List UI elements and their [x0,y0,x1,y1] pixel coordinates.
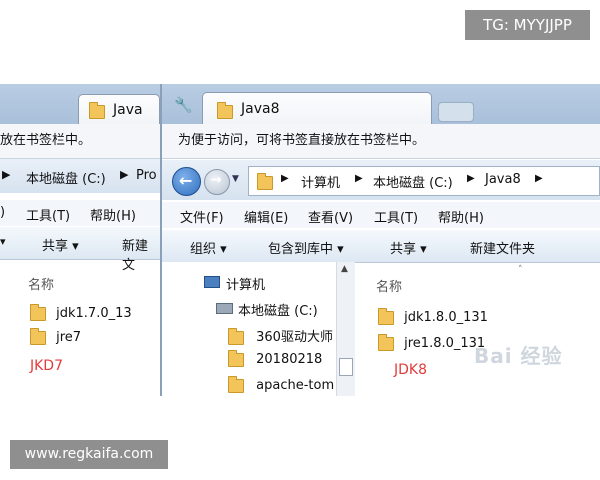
chevron-right-icon: ▶ [120,168,129,181]
left-address-drive[interactable]: 本地磁盘 (C:) [26,168,106,187]
menu-help[interactable]: 帮助(H) [438,207,484,226]
right-tab-bar: 🔧 Java8 [162,84,600,125]
left-menu-prefix: ) [0,205,6,220]
tree-label: apache-tom [256,378,335,393]
dropdown-arrow-icon: ▾ [0,235,6,248]
tree-item[interactable]: 360驱动大师 [228,326,333,345]
chevron-right-icon: ▶ [281,173,289,184]
list-item[interactable]: jre1.8.0_131 [378,333,485,351]
cmd-share[interactable]: 共享 ▾ [390,238,427,257]
folder-icon [228,375,244,393]
right-tab-title: Java8 [241,101,280,117]
breadcrumb-folder[interactable]: Java8 [485,172,521,187]
chevron-right-icon: ▶ [535,173,543,184]
menu-view[interactable]: 查看(V) [308,207,353,226]
breadcrumb-drive[interactable]: 本地磁盘 (C:) [373,172,453,191]
right-annotation: JDK8 [394,362,427,378]
tree-item[interactable]: 20180218 [228,349,323,367]
file-name: jdk1.7.0_13 [56,306,132,321]
arrow-glyph: ← [179,171,193,190]
tree-scrollbar[interactable]: ▲ [336,262,355,396]
tg-overlay-label: TG: MYYJJPP [465,10,590,40]
folder-icon [217,102,233,119]
menu-file[interactable]: 文件(F) [180,207,224,226]
breadcrumb-computer[interactable]: 计算机 [301,172,340,191]
left-command-bar: ▾ 共享 ▾ 新建文 [0,227,160,273]
right-favorites-hint: 为便于访问，可将书签直接放在书签栏中。 [162,124,600,159]
scroll-thumb[interactable] [339,358,353,376]
file-name: jre7 [56,330,82,345]
left-favorites-hint: 放在书签栏中。 [0,124,160,159]
scroll-up-icon[interactable]: ▲ [341,264,348,274]
cmd-organize[interactable]: 组织 ▾ [190,238,227,257]
recent-pages-chevron-icon[interactable]: ▼ [232,174,239,184]
left-tab-bar: Java [0,84,160,125]
folder-icon [228,327,244,345]
computer-icon [204,276,220,288]
navigation-tree: 计算机 本地磁盘 (C:) 360驱动大师 20180218 apache-to… [162,262,355,396]
cmd-new-folder[interactable]: 新建文件夹 [470,238,535,257]
folder-icon [257,172,273,190]
site-overlay-label: www.regkaifa.com [10,440,168,469]
sort-indicator-icon: ˄ [518,265,523,275]
drive-icon [216,303,233,314]
chevron-right-icon: ▶ [467,173,475,184]
left-cmd-share[interactable]: 共享 ▾ [42,235,79,254]
left-tab-title: Java [113,102,143,118]
chevron-right-icon: ▶ [2,168,11,181]
left-cmd-new[interactable]: 新建文 [122,235,160,273]
arrow-glyph: → [210,172,222,188]
new-tab-button[interactable] [438,102,474,122]
left-column-name[interactable]: 名称 [28,274,54,293]
right-column-name[interactable]: 名称 [376,276,402,295]
forward-arrow-icon[interactable]: → [204,169,230,195]
left-annotation: JKD7 [30,358,63,374]
tree-item[interactable]: 计算机 [204,274,265,293]
left-explorer-window: Java 放在书签栏中。 ▶ 本地磁盘 (C:) ▶ Pro ) 工具(T) 帮… [0,84,162,396]
chevron-right-icon: ▶ [355,173,363,184]
wrench-icon[interactable]: 🔧 [174,96,193,114]
baidu-watermark: Bai 经验 [474,344,563,368]
breadcrumb[interactable]: ▶ 计算机 ▶ 本地磁盘 (C:) ▶ Java8 ▶ [248,166,600,196]
folder-icon [378,307,394,325]
menu-tools[interactable]: 工具(T) [374,207,418,226]
back-arrow-icon[interactable]: ← [172,167,201,196]
folder-icon [30,303,46,321]
tree-label: 本地磁盘 (C:) [238,304,318,319]
tree-item[interactable]: 本地磁盘 (C:) [216,300,318,319]
cmd-include-library[interactable]: 包含到库中 ▾ [268,238,344,257]
file-name: jdk1.8.0_131 [404,310,488,325]
left-menu-tools[interactable]: 工具(T) [26,205,70,224]
left-menu-bar: ) 工具(T) 帮助(H) [0,200,160,226]
left-address-bar[interactable]: ▶ 本地磁盘 (C:) ▶ Pro [0,159,160,193]
left-tab[interactable]: Java [78,94,160,125]
right-menu-bar: 文件(F) 编辑(E) 查看(V) 工具(T) 帮助(H) [162,202,600,228]
left-menu-help[interactable]: 帮助(H) [90,205,136,224]
folder-icon [228,349,244,367]
left-address-next[interactable]: Pro [136,168,157,183]
folder-icon [30,327,46,345]
list-item[interactable]: jdk1.7.0_13 [30,303,132,321]
folder-icon [378,333,394,351]
tree-item[interactable]: apache-tom [228,375,335,393]
list-item[interactable]: jre7 [30,327,82,345]
tree-label: 计算机 [226,278,266,293]
tree-label: 360驱动大师 [256,330,333,345]
right-address-bar: ← → ▼ ▶ 计算机 ▶ 本地磁盘 (C:) ▶ Java8 ▶ [162,160,600,200]
screenshot-area: Java 放在书签栏中。 ▶ 本地磁盘 (C:) ▶ Pro ) 工具(T) 帮… [0,84,600,396]
right-tab[interactable]: Java8 [202,92,432,125]
list-item[interactable]: jdk1.8.0_131 [378,307,488,325]
menu-edit[interactable]: 编辑(E) [244,207,288,226]
right-explorer-window: 🔧 Java8 为便于访问，可将书签直接放在书签栏中。 ← → ▼ ▶ 计算机 … [162,84,600,396]
right-command-bar: 组织 ▾ 包含到库中 ▾ 共享 ▾ 新建文件夹 [162,230,600,263]
tree-label: 20180218 [256,352,323,367]
folder-icon [89,102,105,119]
